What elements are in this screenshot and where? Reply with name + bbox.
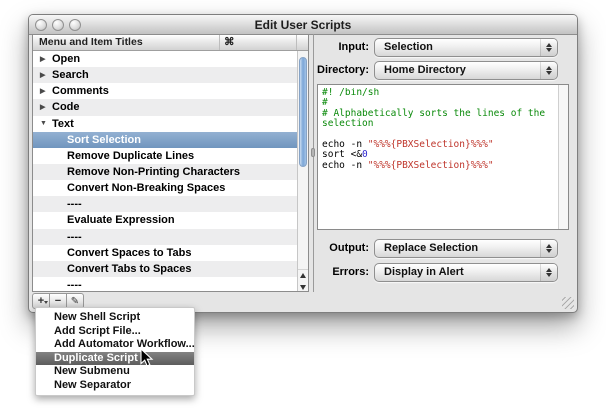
list-item-remove-non-printing-characters[interactable]: Remove Non-Printing Characters	[33, 164, 297, 180]
output-label: Output:	[329, 239, 369, 258]
menu-item-add-automator-workflow[interactable]: Add Automator Workflow...	[36, 338, 194, 352]
output-popup[interactable]: Replace Selection	[374, 239, 558, 258]
list-item-separator[interactable]: ----	[33, 196, 297, 212]
mouse-cursor	[140, 348, 154, 373]
scroll-down-icon	[300, 285, 306, 293]
title-bar[interactable]: Edit User Scripts	[29, 15, 577, 35]
popup-stepper-icon	[540, 39, 557, 56]
list-item-label: ----	[67, 198, 82, 210]
list-item-label: Code	[52, 101, 80, 113]
disclosure-triangle-icon[interactable]: ▶	[40, 103, 52, 111]
list-item-label: Comments	[52, 85, 109, 97]
pencil-icon: ✎	[71, 296, 79, 307]
output-popup-value: Replace Selection	[384, 240, 478, 257]
screen: Edit User Scripts Menu and Item Titles ⌘…	[0, 0, 606, 409]
list-item-label: Remove Non-Printing Characters	[67, 166, 240, 178]
editor-scrollbar[interactable]	[558, 85, 568, 229]
menu-item-add-script-file[interactable]: Add Script File...	[36, 325, 194, 339]
list-item-sort-selection[interactable]: Sort Selection	[33, 132, 297, 148]
list-item-label: Sort Selection	[67, 134, 141, 146]
errors-popup-value: Display in Alert	[384, 264, 464, 281]
disclosure-triangle-icon[interactable]: ▶	[40, 87, 52, 95]
list-item-convert-non-breaking-spaces[interactable]: Convert Non-Breaking Spaces	[33, 180, 297, 196]
window-title: Edit User Scripts	[29, 15, 577, 35]
menu-item-duplicate-script[interactable]: Duplicate Script	[36, 352, 194, 366]
script-line: echo -n "%%%{PBXSelection}%%%"	[322, 161, 556, 171]
popup-stepper-icon	[540, 62, 557, 79]
input-label: Input:	[338, 38, 369, 57]
errors-label: Errors:	[332, 263, 369, 282]
menu-item-new-shell-script[interactable]: New Shell Script	[36, 311, 194, 325]
directory-popup[interactable]: Home Directory	[374, 61, 558, 80]
script-line: #! /bin/sh	[322, 88, 556, 98]
popup-stepper-icon	[540, 264, 557, 281]
edit-user-scripts-window: Edit User Scripts Menu and Item Titles ⌘…	[28, 14, 578, 313]
menu-item-new-submenu[interactable]: New Submenu	[36, 365, 194, 379]
errors-popup[interactable]: Display in Alert	[374, 263, 558, 282]
list-item-label: Text	[52, 118, 74, 130]
list-item-label: Remove Duplicate Lines	[67, 150, 194, 162]
input-popup[interactable]: Selection	[374, 38, 558, 57]
input-popup-value: Selection	[384, 39, 433, 56]
resize-grip-icon[interactable]	[562, 297, 574, 309]
minus-icon: −	[55, 295, 61, 307]
list-item-remove-duplicate-lines[interactable]: Remove Duplicate Lines	[33, 148, 297, 164]
script-text-area[interactable]: #! /bin/sh## Alphabetically sorts the li…	[317, 84, 569, 230]
menu-item-new-separator[interactable]: New Separator	[36, 379, 194, 393]
disclosure-triangle-icon[interactable]: ▼	[40, 120, 52, 127]
splitter-handle[interactable]	[311, 148, 315, 157]
directory-label: Directory:	[317, 61, 369, 80]
add-script-menu: New Shell ScriptAdd Script File...Add Au…	[35, 307, 195, 396]
list-item-label: Convert Non-Breaking Spaces	[67, 182, 225, 194]
scroll-down-button[interactable]	[298, 281, 308, 292]
list-item-code[interactable]: ▶Code	[33, 99, 297, 115]
list-item-comments[interactable]: ▶Comments	[33, 83, 297, 99]
script-line: selection	[322, 119, 556, 129]
directory-popup-value: Home Directory	[384, 62, 466, 79]
popup-stepper-icon	[540, 240, 557, 257]
list-item-text[interactable]: ▼Text	[33, 116, 297, 132]
script-code: #! /bin/sh## Alphabetically sorts the li…	[322, 88, 556, 227]
menu-arrow-icon	[44, 301, 48, 306]
list-item-evaluate-expression[interactable]: Evaluate Expression	[33, 212, 297, 228]
list-item-label: Evaluate Expression	[67, 214, 175, 226]
